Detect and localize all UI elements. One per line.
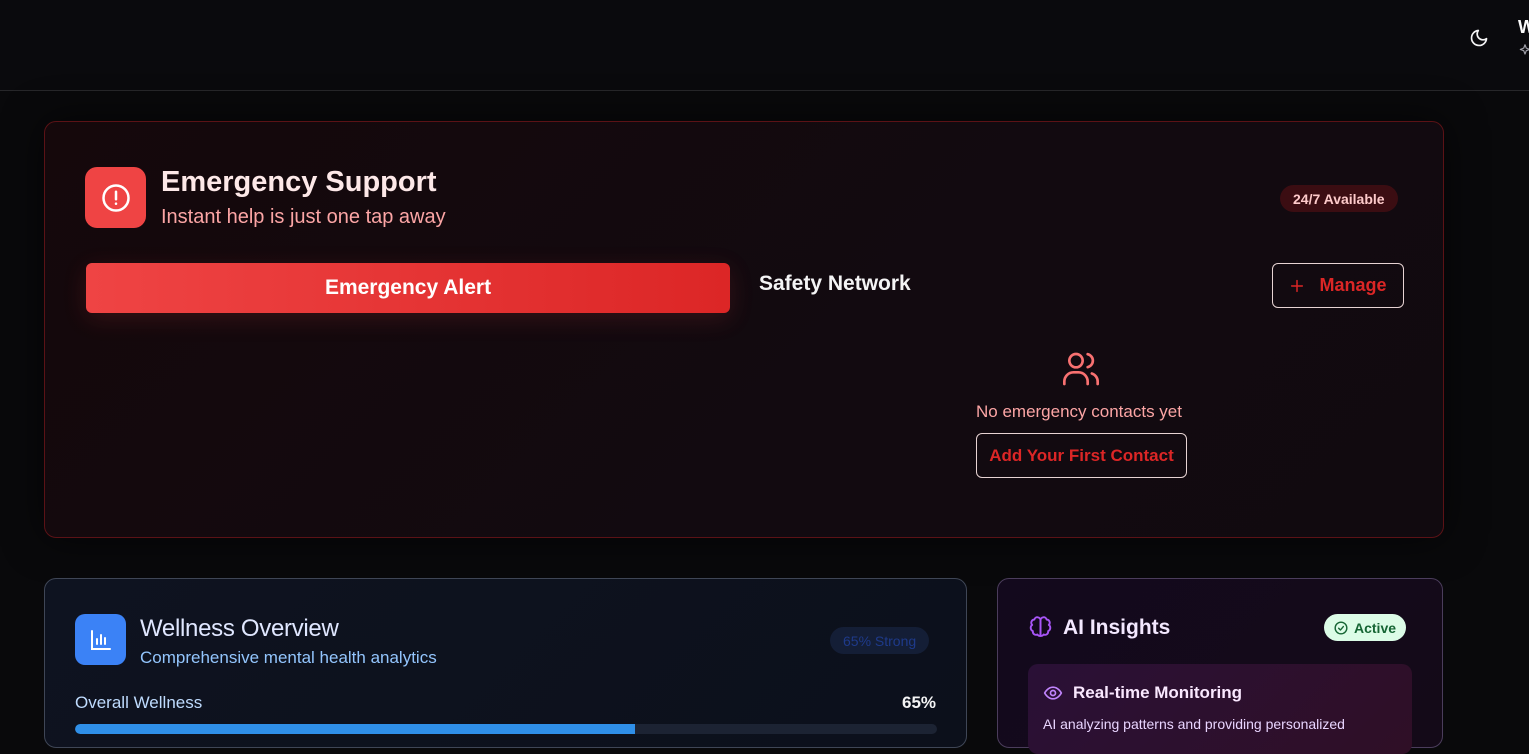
availability-badge: 24/7 Available [1280, 185, 1398, 212]
bar-chart-icon [90, 629, 111, 650]
emergency-alert-button[interactable]: Emergency Alert [86, 263, 730, 313]
ai-status-badge: Active [1324, 614, 1407, 641]
emergency-subtitle: Instant help is just one tap away [161, 206, 446, 228]
manage-button-label: Manage [1319, 275, 1387, 295]
ai-insights-title: AI Insights [1063, 616, 1171, 639]
monitoring-title: Real-time Monitoring [1073, 683, 1243, 702]
safety-network-title: Safety Network [759, 272, 911, 295]
overall-wellness-label: Overall Wellness [75, 693, 203, 712]
wellness-icon-box [75, 614, 126, 665]
theme-toggle-button[interactable] [1466, 25, 1492, 51]
top-bar: W [0, 0, 1529, 91]
users-icon [1063, 352, 1100, 386]
brain-icon [1029, 616, 1052, 637]
emergency-support-card: Emergency Support Instant help is just o… [44, 121, 1444, 538]
add-first-contact-button[interactable]: Add Your First Contact [976, 433, 1187, 478]
user-name[interactable]: W [1518, 17, 1529, 38]
wellness-subtitle: Comprehensive mental health analytics [140, 648, 437, 667]
wellness-overview-card: Wellness Overview Comprehensive mental h… [44, 578, 967, 748]
moon-icon [1470, 29, 1488, 47]
manage-contacts-button[interactable]: Manage [1272, 263, 1404, 308]
wellness-progress-bar [75, 724, 937, 734]
plus-icon [1291, 279, 1304, 292]
overall-wellness-value: 65% [902, 693, 937, 712]
empty-contacts-text: No emergency contacts yet [976, 402, 1182, 421]
wellness-strength-badge: 65% Strong [830, 627, 930, 654]
check-circle-icon [1334, 620, 1348, 635]
ai-insights-card: AI Insights Active Real-time Monitoring … [997, 578, 1443, 754]
sparkle-icon [1519, 44, 1529, 55]
realtime-monitoring-panel: Real-time Monitoring AI analyzing patter… [1028, 664, 1412, 754]
emergency-title: Emergency Support [161, 166, 437, 198]
wellness-progress-fill [75, 724, 636, 734]
eye-icon [1043, 686, 1063, 700]
ai-status-label: Active [1354, 619, 1397, 636]
wellness-title: Wellness Overview [140, 615, 339, 642]
emergency-icon-box [85, 167, 146, 228]
alert-circle-icon [101, 183, 130, 212]
